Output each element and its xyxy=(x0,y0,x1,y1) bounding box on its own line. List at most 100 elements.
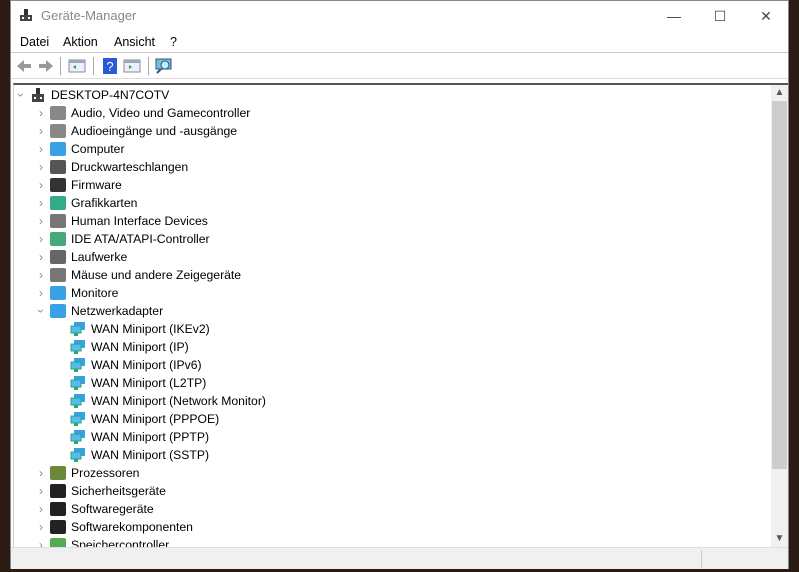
chevron-right-icon[interactable]: › xyxy=(36,248,46,266)
software-component-icon xyxy=(50,520,66,534)
category-label: Human Interface Devices xyxy=(71,214,208,228)
scroll-down-button[interactable]: ▼ xyxy=(771,531,788,547)
device-label: WAN Miniport (L2TP) xyxy=(91,376,207,390)
menu-ansicht[interactable]: Ansicht xyxy=(114,35,155,49)
chevron-right-icon[interactable]: › xyxy=(36,212,46,230)
processor-icon xyxy=(50,466,66,480)
printer-icon xyxy=(50,160,66,174)
scrollbar-thumb[interactable] xyxy=(772,101,787,469)
chevron-right-icon[interactable]: › xyxy=(36,194,46,212)
category-label: Prozessoren xyxy=(71,466,140,480)
chevron-down-icon[interactable]: › xyxy=(14,90,30,100)
tree-category[interactable]: › Sicherheitsgeräte xyxy=(39,482,166,500)
minimize-button[interactable]: — xyxy=(651,1,697,31)
svg-text:?: ? xyxy=(106,59,113,74)
network-adapter-icon xyxy=(70,322,85,336)
vertical-scrollbar[interactable]: ▲ ▼ xyxy=(771,85,788,547)
chevron-right-icon[interactable]: › xyxy=(36,500,46,518)
tree-category[interactable]: › Grafikkarten xyxy=(39,194,138,212)
network-adapter-icon xyxy=(70,430,85,444)
device-label: WAN Miniport (SSTP) xyxy=(91,448,210,462)
tree-device[interactable]: WAN Miniport (SSTP) xyxy=(70,446,209,464)
chevron-right-icon[interactable]: › xyxy=(36,518,46,536)
device-label: WAN Miniport (IKEv2) xyxy=(91,322,210,336)
tree-device[interactable]: WAN Miniport (PPTP) xyxy=(70,428,209,446)
device-manager-icon xyxy=(20,9,32,21)
network-adapter-icon xyxy=(70,376,85,390)
back-icon[interactable] xyxy=(15,57,33,75)
drive-icon xyxy=(50,250,66,264)
chevron-down-icon[interactable]: › xyxy=(32,306,50,316)
speaker-icon xyxy=(50,124,66,138)
category-label: Softwaregeräte xyxy=(71,502,154,516)
tree-category[interactable]: › Druckwarteschlangen xyxy=(39,158,188,176)
tree-category[interactable]: › Human Interface Devices xyxy=(39,212,208,230)
scroll-up-button[interactable]: ▲ xyxy=(771,85,788,101)
chevron-right-icon[interactable]: › xyxy=(36,464,46,482)
tree-device[interactable]: WAN Miniport (L2TP) xyxy=(70,374,206,392)
device-tree: › DESKTOP-4N7COTV › Audio, Video und Gam… xyxy=(13,83,788,547)
tree-device[interactable]: WAN Miniport (IPv6) xyxy=(70,356,202,374)
help-icon[interactable]: ? xyxy=(101,57,119,75)
menu-datei[interactable]: Datei xyxy=(20,35,49,49)
storage-controller-icon xyxy=(50,538,66,547)
maximize-button[interactable]: ☐ xyxy=(697,1,743,31)
tree-category[interactable]: › Netzwerkadapter xyxy=(34,302,164,320)
chevron-right-icon[interactable]: › xyxy=(36,266,46,284)
forward-icon[interactable] xyxy=(37,57,55,75)
tree-category[interactable]: › Audio, Video und Gamecontroller xyxy=(39,104,251,122)
device-label: WAN Miniport (Network Monitor) xyxy=(91,394,266,408)
category-label: Softwarekomponenten xyxy=(71,520,193,534)
network-adapter-icon xyxy=(70,412,85,426)
tree-device[interactable]: WAN Miniport (IP) xyxy=(70,338,189,356)
hid-icon xyxy=(50,214,66,228)
chevron-right-icon[interactable]: › xyxy=(36,104,46,122)
chevron-right-icon[interactable]: › xyxy=(36,122,46,140)
scan-hardware-icon[interactable] xyxy=(155,57,173,75)
menu-bar: Datei Aktion Ansicht ? xyxy=(11,31,788,53)
chevron-right-icon[interactable]: › xyxy=(36,158,46,176)
device-label: WAN Miniport (IP) xyxy=(91,340,189,354)
chevron-right-icon[interactable]: › xyxy=(36,176,46,194)
tree-root[interactable]: › DESKTOP-4N7COTV xyxy=(14,86,170,104)
tree-category[interactable]: › Mäuse und andere Zeigegeräte xyxy=(39,266,241,284)
title-bar[interactable]: Geräte-Manager — ☐ ✕ xyxy=(11,1,788,31)
monitor-icon xyxy=(50,142,66,156)
tree-device[interactable]: WAN Miniport (IKEv2) xyxy=(70,320,210,338)
tree-category[interactable]: › Softwarekomponenten xyxy=(39,518,193,536)
toolbar-separator xyxy=(60,57,61,75)
window-title: Geräte-Manager xyxy=(41,8,137,23)
menu-aktion[interactable]: Aktion xyxy=(63,35,98,49)
tree-category[interactable]: › Laufwerke xyxy=(39,248,127,266)
tree-category[interactable]: › Computer xyxy=(39,140,125,158)
tree-category[interactable]: › Speichercontroller xyxy=(39,536,169,547)
chevron-right-icon[interactable]: › xyxy=(36,482,46,500)
show-hide-console-tree-icon[interactable] xyxy=(68,57,86,75)
chevron-right-icon[interactable]: › xyxy=(36,230,46,248)
network-adapter-icon xyxy=(70,394,85,408)
chevron-right-icon[interactable]: › xyxy=(36,536,46,547)
chevron-right-icon[interactable]: › xyxy=(36,284,46,302)
close-button[interactable]: ✕ xyxy=(743,1,789,31)
tree-category[interactable]: › IDE ATA/ATAPI-Controller xyxy=(39,230,210,248)
category-label: Netzwerkadapter xyxy=(71,304,164,318)
tree-device[interactable]: WAN Miniport (Network Monitor) xyxy=(70,392,266,410)
category-label: Grafikkarten xyxy=(71,196,138,210)
chevron-right-icon[interactable]: › xyxy=(36,140,46,158)
menu-help[interactable]: ? xyxy=(170,35,177,49)
tree-category[interactable]: › Monitore xyxy=(39,284,118,302)
software-device-icon xyxy=(50,502,66,516)
device-label: WAN Miniport (PPPOE) xyxy=(91,412,220,426)
tree-category[interactable]: › Prozessoren xyxy=(39,464,140,482)
category-label: Audio, Video und Gamecontroller xyxy=(71,106,251,120)
root-label: DESKTOP-4N7COTV xyxy=(51,88,170,102)
tree-device[interactable]: WAN Miniport (PPPOE) xyxy=(70,410,219,428)
tree-category[interactable]: › Softwaregeräte xyxy=(39,500,154,518)
category-label: Audioeingänge und -ausgänge xyxy=(71,124,238,138)
tree-category[interactable]: › Audioeingänge und -ausgänge xyxy=(39,122,238,140)
tree-category[interactable]: › Firmware xyxy=(39,176,122,194)
properties-icon[interactable] xyxy=(123,57,141,75)
security-device-icon xyxy=(50,484,66,498)
category-label: Computer xyxy=(71,142,125,156)
network-adapter-icon xyxy=(70,448,85,462)
